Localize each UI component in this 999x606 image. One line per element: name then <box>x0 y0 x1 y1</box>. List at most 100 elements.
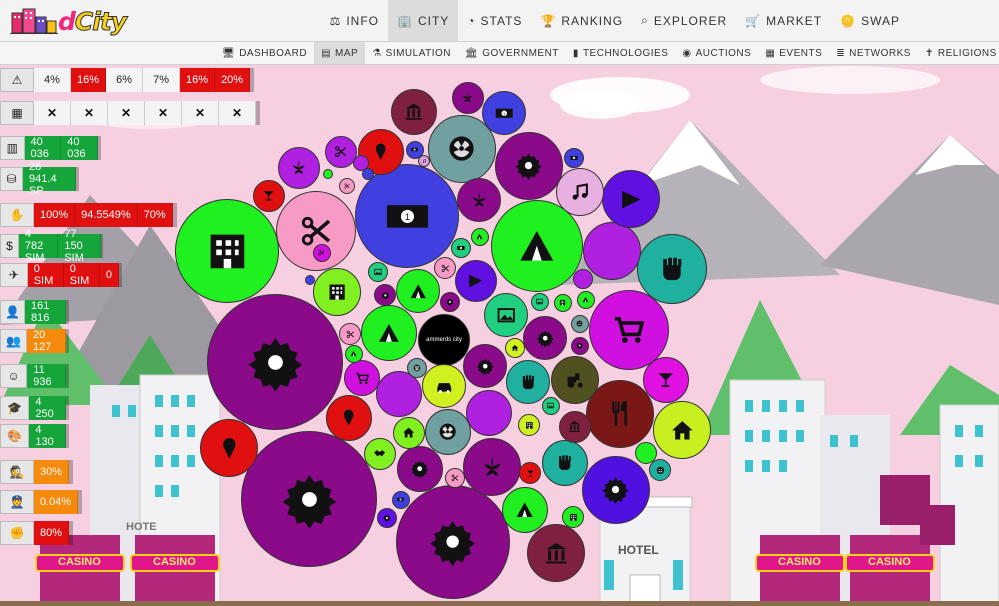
map-bubble-pizza-place[interactable] <box>602 170 660 228</box>
map-bubble-empty-lot[interactable] <box>466 390 512 436</box>
map-bubble-union-fist[interactable] <box>542 440 588 486</box>
map-bubble-gallery[interactable] <box>368 262 388 282</box>
stat-value[interactable]: 0.04% <box>34 490 79 514</box>
map-bubble-owner-center[interactable]: ammerds city <box>418 314 470 366</box>
stat-value[interactable]: 0 SIM <box>27 263 64 287</box>
map-bubble-industry-gear[interactable] <box>241 431 377 567</box>
map-bubble-small-lot[interactable] <box>305 275 315 285</box>
map-bubble-small-lot[interactable] <box>323 169 333 179</box>
subnav-technologies[interactable]: ▮ TECHNOLOGIES <box>566 42 675 64</box>
map-bubble-industry-gear[interactable] <box>571 337 589 355</box>
map-bubble-apartment[interactable] <box>313 268 361 316</box>
stat-value[interactable]: 161 816 <box>24 300 67 324</box>
stat-value[interactable]: 4 250 <box>29 396 66 420</box>
stat-value[interactable]: ✕ <box>34 101 71 125</box>
nav-swap[interactable]: 🪙 SWAP <box>831 0 909 41</box>
subnav-simulation[interactable]: ⚗ SIMULATION <box>365 42 458 64</box>
subnav-dashboard[interactable]: 🖥 DASHBOARD <box>215 42 314 64</box>
dcity-logo[interactable]: dCity <box>10 5 128 37</box>
map-bubble-car-factory[interactable] <box>422 364 466 408</box>
stat-value[interactable]: 4 782 SIM <box>18 228 59 264</box>
map-bubble-gallery[interactable] <box>542 397 560 415</box>
map-bubble-shop-cart[interactable] <box>344 360 380 396</box>
map-bubble-nuclear-plant[interactable] <box>425 409 471 455</box>
subnav-events[interactable]: ▦ EVENTS <box>758 42 829 64</box>
stat-value[interactable]: 28 941.4 SP <box>23 161 76 197</box>
map-bubble-gallery[interactable] <box>484 293 528 337</box>
map-bubble-residence-house[interactable] <box>505 338 525 358</box>
stat-value[interactable]: 80% <box>34 521 70 545</box>
map-bubble-industry-gear[interactable] <box>463 344 507 388</box>
map-bubble-tractor[interactable] <box>551 356 599 404</box>
map-bubble-industry-gear[interactable] <box>523 316 567 360</box>
map-bubble-industry-gear[interactable] <box>377 508 397 528</box>
map-bubble-union-fist[interactable] <box>637 234 707 304</box>
stat-value[interactable]: 4% <box>34 68 71 92</box>
subnav-religions[interactable]: ✝ RELIGIONS <box>918 42 999 64</box>
map-bubble-apartment[interactable] <box>518 414 540 436</box>
map-bubble-barber-scissors[interactable] <box>434 257 456 279</box>
stat-value[interactable]: 77 150 SIM <box>58 228 101 264</box>
map-bubble-bank[interactable] <box>527 524 585 582</box>
nav-city[interactable]: 🏢 CITY <box>388 0 459 41</box>
stat-value[interactable]: ✕ <box>182 101 219 125</box>
nav-market[interactable]: 🛒 MARKET <box>736 0 831 41</box>
map-bubble-pizza-place[interactable] <box>455 260 497 302</box>
subnav-auctions[interactable]: ◉ AUCTIONS <box>675 42 758 64</box>
map-bubble-market-handshake[interactable] <box>364 438 396 470</box>
map-bubble-industry-gear[interactable] <box>207 294 343 430</box>
map-bubble-bank-money[interactable]: 1 <box>392 491 410 509</box>
stat-value[interactable]: 20% <box>215 68 251 92</box>
nav-ranking[interactable]: 🏆 RANKING <box>531 0 632 41</box>
map-bubble-cocktail-bar[interactable] <box>643 357 689 403</box>
map-bubble-barber-scissors[interactable] <box>445 468 465 488</box>
map-bubble-bank-money[interactable]: 1 <box>482 91 526 135</box>
map-bubble-industry-gear[interactable] <box>374 284 396 306</box>
map-bubble-bank[interactable] <box>559 411 591 443</box>
nav-info[interactable]: ⚖ INFO <box>321 0 388 41</box>
subnav-networks[interactable]: ≣ NETWORKS <box>829 42 918 64</box>
map-bubble-nuclear-plant[interactable] <box>407 358 427 378</box>
map-bubble-bank-money[interactable]: 1 <box>451 238 471 258</box>
map-bubble-apartment[interactable] <box>554 294 572 312</box>
stat-value[interactable]: 0 SIM <box>63 263 100 287</box>
map-bubble-ice-cream[interactable] <box>200 419 258 477</box>
map-bubble-bank-money[interactable]: 1 <box>564 148 584 168</box>
map-bubble-small-lot[interactable] <box>353 155 369 171</box>
map-bubble-farm-leaf[interactable] <box>452 82 484 114</box>
map-bubble-farm-leaf[interactable] <box>278 147 320 189</box>
map-bubble-camp-tent[interactable] <box>577 291 595 309</box>
map-bubble-barber-scissors[interactable] <box>339 323 361 345</box>
stat-value[interactable]: 0 <box>99 263 119 287</box>
map-bubble-music-hall[interactable] <box>556 168 604 216</box>
map-bubble-farm-leaf[interactable] <box>463 438 521 496</box>
stat-value[interactable]: 11 936 <box>27 364 67 388</box>
map-bubble-ice-cream[interactable] <box>326 395 372 441</box>
map-bubble-park[interactable] <box>571 315 589 333</box>
map-bubble-bank[interactable] <box>391 89 437 135</box>
map-bubble-hospital-building[interactable] <box>175 199 279 303</box>
nav-stats[interactable]: ◔ STATS <box>458 0 531 41</box>
map-bubble-camp-tent[interactable] <box>345 345 363 363</box>
map-bubble-industry-gear[interactable] <box>582 456 650 524</box>
map-bubble-barber-scissors[interactable] <box>313 244 331 262</box>
stat-value[interactable]: ✕ <box>219 101 256 125</box>
stat-value[interactable]: ✕ <box>145 101 182 125</box>
stat-value[interactable]: 16% <box>71 68 107 92</box>
map-bubble-camp-tent[interactable] <box>471 228 489 246</box>
stat-value[interactable]: 7% <box>143 68 181 92</box>
stat-value[interactable]: ✕ <box>71 101 108 125</box>
map-bubble-apartment[interactable] <box>562 506 584 528</box>
stat-value[interactable]: 40 036 <box>24 136 62 160</box>
stat-value[interactable]: 40 036 <box>61 136 98 160</box>
subnav-government[interactable]: 🏛 GOVERNMENT <box>458 42 566 64</box>
map-bubble-barber-scissors[interactable] <box>339 178 355 194</box>
stat-value[interactable]: 100% <box>34 203 76 227</box>
map-bubble-industry-gear[interactable] <box>396 485 510 599</box>
nav-explorer[interactable]: ⌕ EXPLORER <box>632 0 736 41</box>
map-bubble-industry-gear[interactable] <box>440 292 460 312</box>
stat-value[interactable]: 16% <box>180 68 216 92</box>
map-bubble-union-fist[interactable] <box>506 360 550 404</box>
map-bubble-bank-money[interactable]: 1 <box>355 164 459 268</box>
stat-value[interactable]: ✕ <box>108 101 145 125</box>
